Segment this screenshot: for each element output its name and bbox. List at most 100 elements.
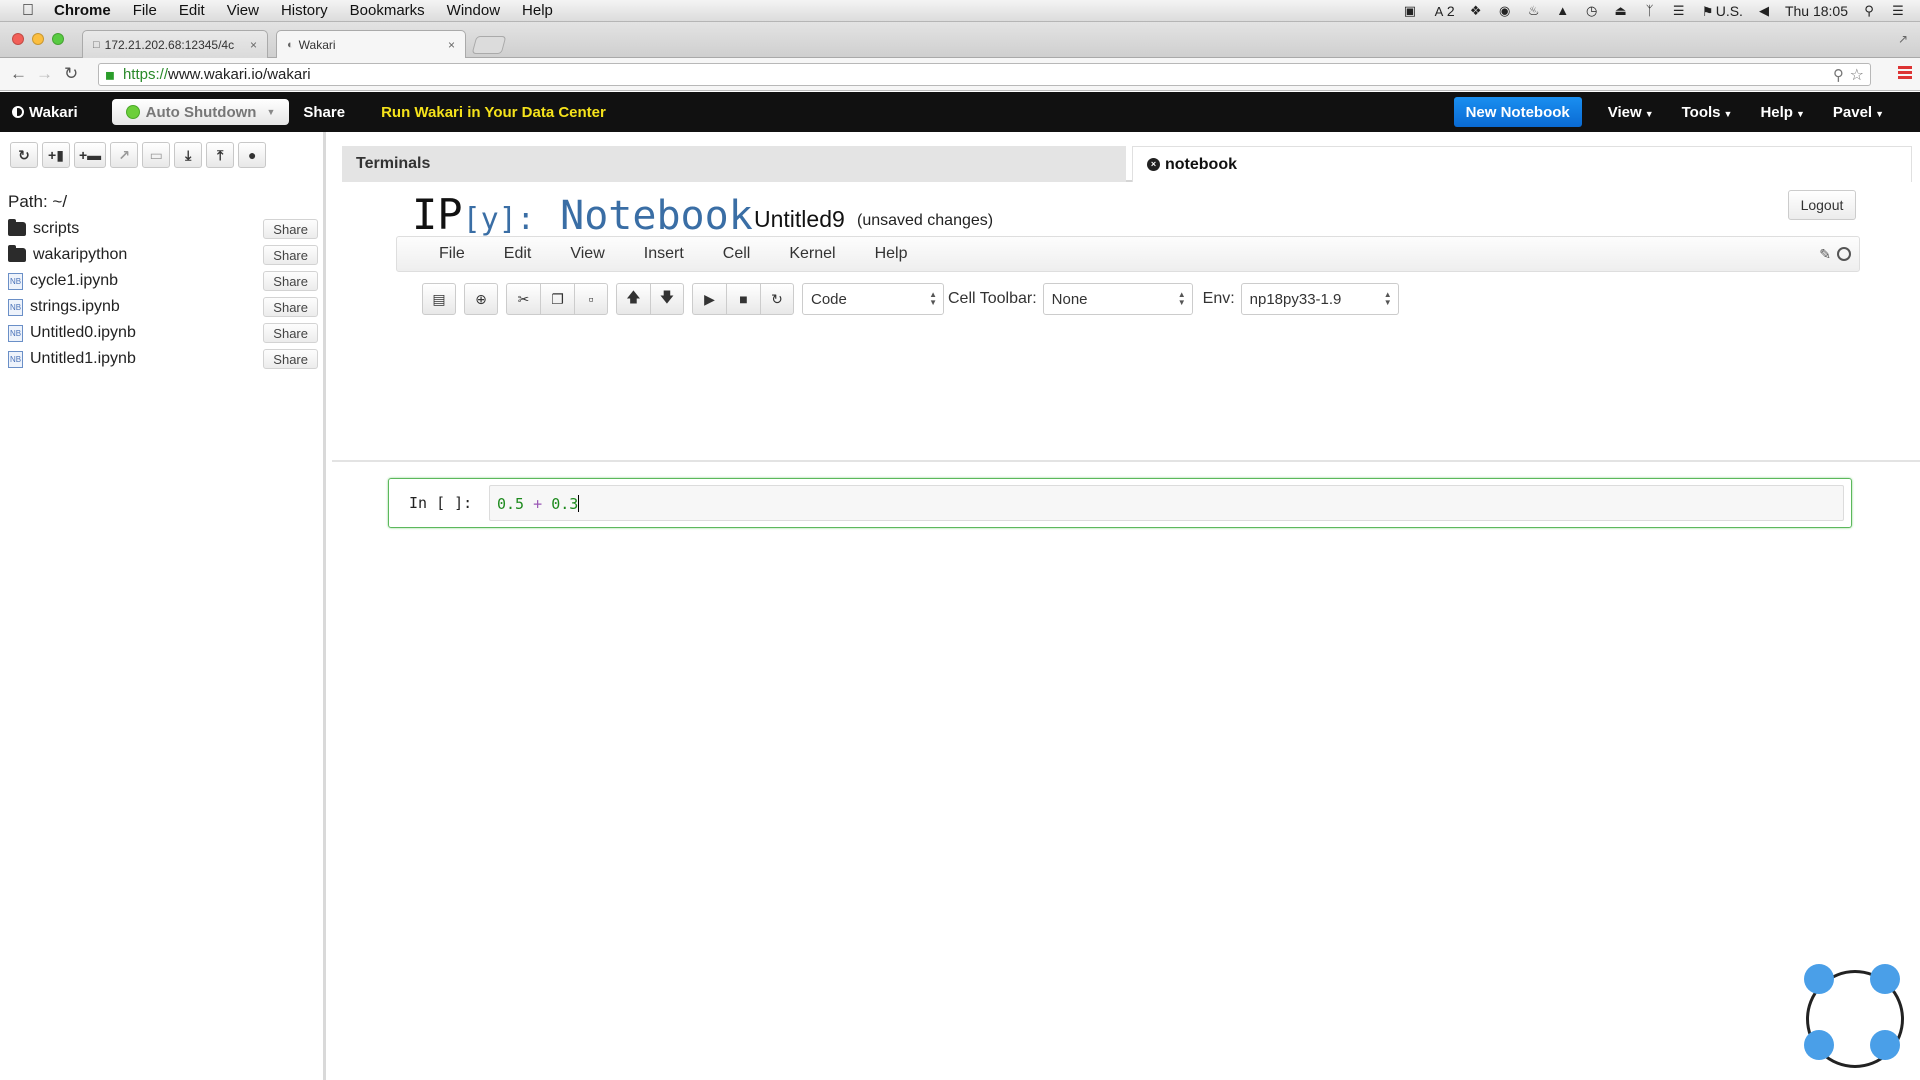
refresh-button[interactable]: ↻ [10, 142, 38, 168]
browser-tab-wakari[interactable]: ◐ Wakari × [276, 30, 466, 58]
browser-tab-ip[interactable]: □ 172.21.202.68:12345/4c × [82, 30, 268, 58]
share-button[interactable]: Share [263, 297, 318, 317]
nb-menu-cell[interactable]: Cell [723, 245, 751, 263]
bookmark-star-icon[interactable]: ☆ [1850, 65, 1864, 85]
new-file-button[interactable]: +▮ [42, 142, 70, 168]
share-button[interactable]: Share [263, 245, 318, 265]
download-button[interactable]: ⤓ [174, 142, 203, 168]
nb-menu-insert[interactable]: Insert [644, 245, 684, 263]
nb-menu-kernel[interactable]: Kernel [789, 245, 835, 263]
cut-button[interactable]: ✂ [506, 283, 540, 315]
tab-terminals[interactable]: Terminals [342, 146, 1126, 182]
share-button[interactable]: Share [263, 219, 318, 239]
wakari-brand[interactable]: Wakari [12, 104, 78, 121]
notebook-name[interactable]: Untitled9 [754, 206, 845, 233]
menu-bookmarks[interactable]: Bookmarks [350, 2, 425, 19]
auto-shutdown-button[interactable]: Auto Shutdown ▼ [111, 99, 290, 125]
nb-menu-edit[interactable]: Edit [504, 245, 532, 263]
share-link[interactable]: Share [303, 104, 345, 121]
new-tab-button[interactable] [471, 36, 507, 54]
input-source[interactable]: ⚑ U.S. [1700, 3, 1743, 19]
delete-button[interactable]: ▭ [142, 142, 171, 168]
play-icon: ▶ [704, 290, 715, 307]
run-button[interactable]: ▶ [692, 283, 726, 315]
publish-button[interactable]: ● [238, 142, 267, 168]
paste-button[interactable]: ▫ [574, 283, 608, 315]
nb-menu-view[interactable]: View [570, 245, 604, 263]
bluetooth-icon[interactable]: ᛉ [1642, 3, 1658, 18]
notification-center-icon[interactable]: ☰ [1890, 3, 1906, 18]
share-button[interactable]: Share [263, 349, 318, 369]
menu-app[interactable]: Chrome [54, 2, 111, 19]
rename-button[interactable]: ↗ [110, 142, 139, 168]
window-close-button[interactable] [12, 33, 24, 45]
address-bar[interactable]: ◼ https:// www.wakari.io/wakari ⚲ ☆ [98, 63, 1871, 86]
menu-history[interactable]: History [281, 2, 328, 19]
time-machine-icon[interactable]: ◷ [1584, 3, 1600, 18]
menu-view[interactable]: View [227, 2, 259, 19]
promo-link[interactable]: Run Wakari in Your Data Center [381, 104, 606, 121]
eject-icon[interactable]: ⏏ [1613, 3, 1629, 18]
save-button[interactable]: ▤ [422, 283, 456, 315]
eye-icon[interactable]: ◉ [1497, 3, 1513, 18]
close-icon[interactable]: × [1147, 158, 1160, 171]
move-up-button[interactable]: 🡅 [616, 283, 650, 315]
close-tab-icon[interactable]: × [250, 38, 257, 52]
file-row-scripts[interactable]: scripts Share [8, 216, 318, 242]
code-cell[interactable]: In [ ]: 0.5 + 0.3 [388, 478, 1852, 528]
apple-icon[interactable]:  [18, 2, 38, 20]
move-down-button[interactable]: 🡇 [650, 283, 684, 315]
restart-button[interactable]: ↻ [760, 283, 794, 315]
zoom-icon[interactable]: ⚲ [1833, 66, 1844, 84]
reload-icon[interactable]: ↻ [64, 64, 78, 84]
window-minimize-button[interactable] [32, 33, 44, 45]
menu-edit[interactable]: Edit [179, 2, 205, 19]
file-row-untitled1[interactable]: NB Untitled1.ipynb Share [8, 346, 318, 372]
cell-toolbar-select[interactable]: None ▲ ▼ [1042, 283, 1193, 315]
menu-file[interactable]: File [133, 2, 157, 19]
wifi-icon[interactable]: ☰ [1671, 3, 1687, 18]
file-row-strings[interactable]: NB strings.ipynb Share [8, 294, 318, 320]
window-maximize-button[interactable] [52, 33, 64, 45]
new-notebook-button[interactable]: New Notebook [1453, 97, 1582, 127]
cell-type-select[interactable]: Code ▲ ▼ [802, 283, 944, 315]
forward-icon[interactable]: → [36, 64, 53, 84]
volume-icon[interactable]: ◀ [1756, 3, 1772, 18]
insert-cell-button[interactable]: ⊕ [464, 283, 498, 315]
nb-menu-file[interactable]: File [439, 245, 465, 263]
fullscreen-icon[interactable]: ↗ [1898, 32, 1908, 46]
close-tab-icon[interactable]: × [448, 38, 455, 52]
pencil-icon[interactable]: ✎ [1819, 246, 1831, 263]
view-dropdown[interactable]: View ▼ [1608, 104, 1654, 121]
bell-icon[interactable]: ♨ [1526, 3, 1542, 18]
file-row-untitled0[interactable]: NB Untitled0.ipynb Share [8, 320, 318, 346]
env-select[interactable]: np18py33-1.9 ▲ ▼ [1240, 283, 1399, 315]
chrome-menu-icon[interactable] [1898, 66, 1912, 81]
help-dropdown[interactable]: Help ▼ [1760, 104, 1804, 121]
nb-menubar-indicators: ✎ [1819, 246, 1851, 263]
share-button[interactable]: Share [263, 323, 318, 343]
file-row-wakaripython[interactable]: wakaripython Share [8, 242, 318, 268]
nb-menu-help[interactable]: Help [875, 245, 908, 263]
adobe-notification[interactable]: A2 [1431, 3, 1455, 19]
cell-input[interactable]: 0.5 + 0.3 [489, 485, 1844, 521]
interrupt-button[interactable]: ■ [726, 283, 760, 315]
tab-notebook[interactable]: × notebook [1132, 146, 1912, 182]
clock[interactable]: Thu 18:05 [1785, 3, 1848, 19]
user-dropdown[interactable]: Pavel ▼ [1833, 104, 1884, 121]
menu-window[interactable]: Window [447, 2, 500, 19]
cat-icon[interactable]: ▲ [1555, 3, 1571, 18]
dropbox-icon[interactable]: ❖ [1468, 3, 1484, 18]
spotlight-search-icon[interactable]: ⚲ [1861, 3, 1877, 18]
file-row-cycle1[interactable]: NB cycle1.ipynb Share [8, 268, 318, 294]
upload-button[interactable]: ⤒ [206, 142, 235, 168]
tools-dropdown[interactable]: Tools ▼ [1682, 104, 1733, 121]
file-list: scripts Share wakaripython Share NB cycl… [8, 216, 318, 372]
skype-icon[interactable]: ▣ [1402, 3, 1418, 18]
logout-button[interactable]: Logout [1788, 190, 1856, 220]
new-folder-button[interactable]: +▬ [74, 142, 107, 168]
share-button[interactable]: Share [263, 271, 318, 291]
menu-help[interactable]: Help [522, 2, 553, 19]
copy-button[interactable]: ❐ [540, 283, 574, 315]
back-icon[interactable]: ← [10, 64, 27, 84]
